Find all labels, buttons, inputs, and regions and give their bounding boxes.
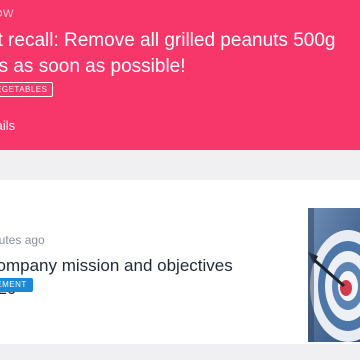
news-thumbnail[interactable] [308, 208, 360, 342]
alert-label: OW [0, 8, 14, 20]
alert-title-line-1: ct recall: Remove all grilled peanuts 50… [0, 30, 336, 51]
alert-card[interactable]: OW ct recall: Remove all grilled peanuts… [0, 0, 360, 150]
target-dartboard-image [308, 208, 360, 342]
alert-title: ct recall: Remove all grilled peanuts 50… [0, 28, 360, 80]
news-title-line-1: company mission and objectives [0, 256, 233, 275]
details-link[interactable]: tails [0, 118, 15, 133]
card-divider [0, 344, 360, 360]
news-title-line-2: 020 [0, 277, 308, 300]
news-category-tag[interactable]: CEMENT [0, 278, 33, 292]
category-tag[interactable]: EGETABLES [0, 82, 54, 97]
news-timestamp: nutes ago [0, 233, 45, 247]
news-title[interactable]: company mission and objectives 020 [0, 254, 308, 300]
alert-title-line-2: es as soon as possible! [0, 56, 186, 77]
news-card[interactable]: nutes ago company mission and objectives… [0, 180, 360, 360]
